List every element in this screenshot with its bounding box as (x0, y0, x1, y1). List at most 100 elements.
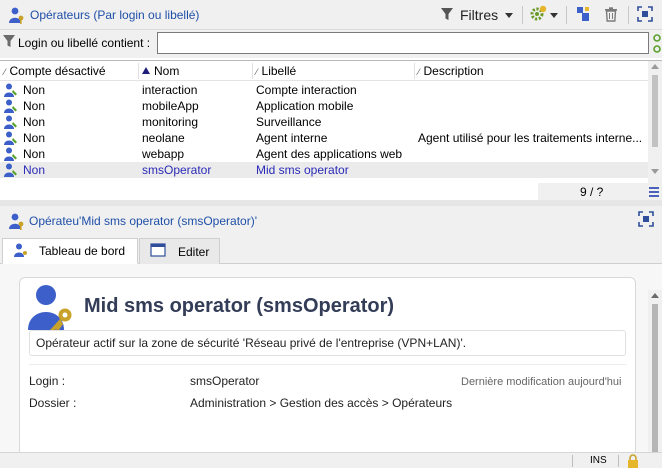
filter-bar: Login ou libellé contient : (0, 30, 662, 58)
login-label: Login : (29, 374, 66, 388)
filter-input[interactable] (157, 32, 649, 54)
filter-label: Login ou libellé contient : (18, 36, 151, 50)
maximize-icon (637, 5, 653, 25)
table-row[interactable]: Non neolane Agent interne Agent utilisé … (0, 130, 648, 146)
maximize-icon[interactable] (638, 211, 654, 230)
delete-button[interactable] (600, 4, 622, 26)
cell-name: neolane (142, 131, 185, 145)
status-divider (572, 455, 573, 467)
operator-avatar-icon (26, 282, 78, 337)
refresh-icon[interactable] (652, 32, 662, 56)
funnel-icon (3, 34, 15, 51)
new-button[interactable] (572, 4, 594, 26)
chevron-down-icon (505, 12, 514, 18)
tab-dashboard[interactable]: Tableau de bord (2, 238, 138, 264)
detail-panel-header: Opérateu'Mid sms operator (smsOperator)' (0, 206, 662, 234)
folder-path-link[interactable]: Administration > Gestion des accès > Opé… (190, 396, 452, 410)
cell-label: Compte interaction (256, 83, 357, 97)
cell-disabled: Non (23, 147, 46, 161)
scroll-up-arrow-icon[interactable] (651, 293, 659, 298)
cell-description: Agent utilisé pour les traitements inter… (418, 131, 643, 145)
scroll-up-arrow-icon[interactable] (651, 64, 659, 69)
tab-edit[interactable]: Editer (139, 238, 220, 264)
table-row[interactable]: Non mobileApp Application mobile (0, 98, 648, 114)
column-divider (138, 63, 139, 79)
scrollbar-thumb[interactable] (652, 304, 658, 452)
detail-tabs: Tableau de bord Editer (0, 234, 662, 264)
list-menu-icon[interactable] (649, 187, 659, 199)
toolbar-divider (522, 6, 523, 24)
column-divider (414, 63, 415, 79)
cell-name: webapp (142, 147, 185, 161)
operator-icon (8, 212, 26, 233)
table-row-selected[interactable]: Non smsOperator Mid sms operator (0, 162, 648, 178)
cell-name: mobileApp (142, 99, 199, 113)
tab-label: Tableau de bord (39, 244, 126, 258)
cell-disabled: Non (23, 131, 46, 145)
filters-button[interactable]: Filtres (440, 4, 514, 26)
detail-title: Opérateu'Mid sms operator (smsOperator)' (29, 214, 257, 228)
new-item-icon (574, 5, 592, 26)
cell-name: interaction (142, 83, 198, 97)
operator-icon (3, 146, 19, 162)
cell-label: Mid sms operator (256, 163, 349, 177)
cell-disabled: Non (23, 99, 46, 113)
actions-button[interactable] (526, 4, 560, 26)
lock-icon (627, 454, 639, 468)
operator-card: Mid sms operator (smsOperator) Opérateur… (19, 277, 636, 457)
gear-add-icon (529, 5, 547, 26)
chevron-down-icon (549, 12, 558, 18)
cell-label: Agent interne (256, 131, 328, 145)
operator-icon (3, 82, 19, 98)
operator-icon (8, 6, 26, 24)
operator-description: Opérateur actif sur la zone de sécurité … (29, 330, 626, 356)
edit-form-icon (150, 243, 166, 260)
operator-icon (3, 130, 19, 146)
operator-name: Mid sms operator (smsOperator) (84, 295, 395, 317)
status-bar: INS (0, 452, 662, 468)
cell-disabled: Non (23, 83, 46, 97)
toolbar-divider (566, 6, 567, 24)
cell-label: Application mobile (256, 99, 354, 113)
detail-scrollbar[interactable] (648, 290, 662, 452)
operator-icon (3, 114, 19, 130)
cell-disabled: Non (23, 115, 46, 129)
app-window: Opérateurs (Par login ou libellé) Filtre… (0, 0, 662, 468)
toolbar-divider (628, 6, 629, 24)
panel-title: Opérateurs (Par login ou libellé) (30, 8, 200, 22)
sort-ascending-icon (142, 67, 150, 74)
maximize-button[interactable] (634, 4, 656, 26)
funnel-icon (440, 7, 454, 24)
scrollbar-thumb[interactable] (652, 75, 658, 147)
column-header-disabled[interactable]: ⁄ Compte désactivé (4, 64, 106, 78)
cell-disabled: Non (23, 163, 46, 177)
table-row[interactable]: Non interaction Compte interaction (0, 82, 648, 98)
operator-icon (3, 162, 19, 178)
operators-panel-header: Opérateurs (Par login ou libellé) Filtre… (0, 0, 662, 30)
column-header-row: ⁄ Compte désactivé Nom ⁄ Libellé ⁄ Descript… (0, 61, 648, 81)
column-header-label[interactable]: ⁄ Libellé (256, 64, 296, 78)
operator-icon (13, 242, 29, 261)
column-header-name[interactable]: Nom (142, 64, 179, 78)
filters-label: Filtres (460, 7, 499, 23)
cell-name: smsOperator (142, 163, 212, 177)
list-scrollbar[interactable] (648, 61, 662, 183)
scroll-down-arrow-icon[interactable] (651, 169, 659, 174)
operator-icon (3, 98, 19, 114)
trash-icon (603, 6, 619, 25)
cell-label: Agent des applications web (256, 147, 403, 161)
last-modified: Dernière modification aujourd'hui (461, 376, 622, 388)
divider (29, 364, 626, 365)
column-divider (252, 63, 253, 79)
login-value: smsOperator (190, 374, 260, 388)
table-row[interactable]: Non webapp Agent des applications web (0, 146, 648, 162)
operators-list: ⁄ Compte désactivé Nom ⁄ Libellé ⁄ Descript… (0, 60, 662, 201)
dashboard-content: Mid sms operator (smsOperator) Opérateur… (0, 264, 662, 457)
list-footer: 9 / ? (538, 183, 662, 201)
insert-mode-indicator: INS (590, 455, 607, 466)
table-row[interactable]: Non monitoring Surveillance (0, 114, 648, 130)
cell-name: monitoring (142, 115, 199, 129)
status-divider (618, 455, 619, 467)
record-count: 9 / ? (580, 185, 604, 199)
column-header-description[interactable]: ⁄ Description (418, 64, 484, 78)
